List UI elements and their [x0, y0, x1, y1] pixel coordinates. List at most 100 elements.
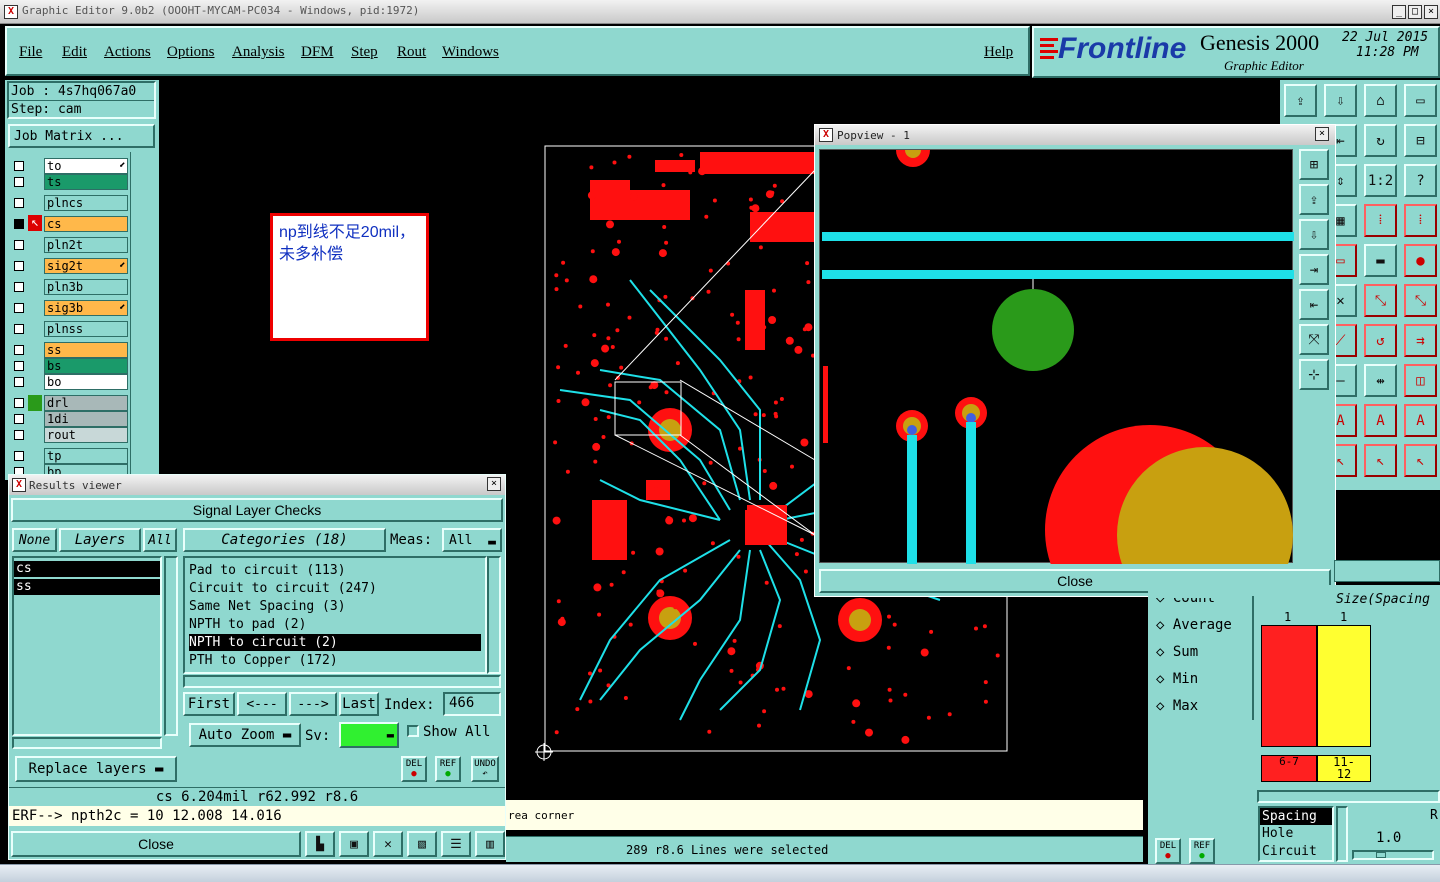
tool-button-r8c2-icon[interactable]: A	[1364, 404, 1397, 437]
results-x-button[interactable]: ×	[487, 477, 501, 491]
tool-button-r0c2-icon[interactable]: ⌂	[1364, 84, 1397, 117]
menu-actions[interactable]: Actions	[104, 44, 151, 61]
list-spacing[interactable]: Spacing	[1260, 808, 1332, 825]
popview-tool-1-icon[interactable]: ⇪	[1299, 184, 1329, 215]
results-tool-5-icon[interactable]: ▥	[475, 831, 505, 857]
layer-toggle-ts[interactable]	[10, 174, 42, 190]
layer-row-1di[interactable]: 1di	[10, 411, 128, 427]
sv-color-select[interactable]: ▬	[339, 722, 399, 748]
all-layers-button[interactable]: All	[143, 528, 177, 552]
popview-tool-4-icon[interactable]: ⇤	[1299, 289, 1329, 320]
minimize-button[interactable]: _	[1392, 5, 1406, 19]
prev-button[interactable]: <---	[237, 692, 287, 716]
layer-row-plncs[interactable]: plncs	[10, 195, 128, 211]
none-button[interactable]: None	[12, 528, 57, 552]
tool-button-r4c2-icon[interactable]: ▬	[1364, 244, 1397, 277]
tool-button-r2c2-icon[interactable]: 1:2	[1364, 164, 1397, 197]
tool-button-r7c3-icon[interactable]: ◫	[1404, 364, 1437, 397]
histogram-slider[interactable]	[1352, 850, 1434, 860]
tool-button-r0c1-icon[interactable]: ⇩	[1324, 84, 1357, 117]
job-matrix-button[interactable]: Job Matrix ...	[8, 124, 155, 148]
tool-button-r5c2-icon[interactable]: ⤡	[1364, 284, 1397, 317]
show-all-checkbox[interactable]	[407, 725, 419, 737]
categories-button[interactable]: Categories (18)	[183, 528, 386, 552]
index-input[interactable]: 466	[443, 692, 501, 716]
category-item[interactable]: NPTH to circuit (2)	[189, 634, 481, 651]
popview-tool-0-icon[interactable]: ⊞	[1299, 149, 1329, 180]
layers-button[interactable]: Layers	[59, 528, 141, 552]
layer-row-plnss[interactable]: plnss	[10, 321, 128, 337]
bar-1[interactable]	[1261, 625, 1317, 747]
layer-row-cs[interactable]: ↖ cs	[10, 215, 128, 232]
maximize-button[interactable]: □	[1408, 5, 1422, 19]
menu-help[interactable]: Help	[984, 44, 1013, 61]
tool-button-r1c3-icon[interactable]: ⊟	[1404, 124, 1437, 157]
layer-row-bo[interactable]: bo	[10, 374, 128, 390]
tool-button-r7c2-icon[interactable]: ⇹	[1364, 364, 1397, 397]
result-layer-ss[interactable]: ss	[14, 579, 160, 595]
layer-toggle-sig2t[interactable]	[10, 258, 42, 274]
layer-scrollbar[interactable]	[130, 152, 158, 474]
category-item[interactable]: Circuit to circuit (247)	[189, 580, 481, 597]
tool-button-r2c3-icon[interactable]: ?	[1404, 164, 1437, 197]
layer-toggle-bo[interactable]	[10, 374, 42, 390]
layer-row-sig3b[interactable]: sig3b ⬋	[10, 300, 128, 316]
tool-button-r0c3-icon[interactable]: ▭	[1404, 84, 1437, 117]
category-item[interactable]: Pad to circuit (113)	[189, 562, 481, 579]
results-tool-1-icon[interactable]: ▣	[339, 831, 369, 857]
layer-row-drl[interactable]: drl	[10, 395, 128, 411]
layer-row-bs[interactable]: bs	[10, 358, 128, 374]
layer-row-ss[interactable]: ss	[10, 342, 128, 358]
layer-toggle-plncs[interactable]	[10, 195, 42, 211]
hist-option-average[interactable]: ◇ Average	[1156, 617, 1232, 633]
layer-row-sig2t[interactable]: sig2t ⬋	[10, 258, 128, 274]
layer-toggle-bs[interactable]	[10, 358, 42, 374]
list-circuit[interactable]: Circuit	[1260, 843, 1332, 860]
category-item[interactable]: PTH to Copper (172)	[189, 652, 481, 669]
slider-thumb[interactable]	[1376, 852, 1386, 858]
layer-list-vscroll[interactable]	[164, 556, 178, 736]
menu-edit[interactable]: Edit	[62, 44, 87, 61]
hist-del-button[interactable]: DEL ●	[1155, 838, 1181, 864]
popview-tool-5-icon[interactable]: ⤧	[1299, 324, 1329, 355]
undo-button[interactable]: UNDO ↶	[471, 756, 499, 782]
results-tool-3-icon[interactable]: ▧	[407, 831, 437, 857]
layer-row-tp[interactable]: tp	[10, 448, 128, 464]
category-item[interactable]: Same Net Spacing (3)	[189, 598, 481, 615]
layer-toggle-tp[interactable]	[10, 448, 42, 464]
results-tool-2-icon[interactable]: ✕	[373, 831, 403, 857]
popview-tool-2-icon[interactable]: ⇩	[1299, 219, 1329, 250]
list-hole[interactable]: Hole	[1260, 825, 1332, 843]
menu-options[interactable]: Options	[167, 44, 215, 61]
popview-tool-6-icon[interactable]: ⊹	[1299, 359, 1329, 390]
next-button[interactable]: --->	[289, 692, 337, 716]
tool-button-r9c2-icon[interactable]: ↖	[1364, 444, 1397, 477]
layer-toggle-1di[interactable]	[10, 411, 42, 427]
hist-ref-button[interactable]: REF ●	[1189, 838, 1215, 864]
layer-toggle-pln2t[interactable]	[10, 237, 42, 253]
layer-row-ts[interactable]: ts	[10, 174, 128, 190]
tool-button-r5c3-icon[interactable]: ⤡	[1404, 284, 1437, 317]
layer-row-rout[interactable]: rout	[10, 427, 128, 443]
tool-button-r9c3-icon[interactable]: ↖	[1404, 444, 1437, 477]
layer-toggle-pln3b[interactable]	[10, 279, 42, 295]
category-item[interactable]: NPTH to pad (2)	[189, 616, 481, 633]
popview-x-button[interactable]: ×	[1315, 127, 1329, 141]
tool-button-r1c2-icon[interactable]: ↻	[1364, 124, 1397, 157]
layer-toggle-rout[interactable]	[10, 427, 42, 443]
tool-button-r6c2-icon[interactable]: ↺	[1364, 324, 1397, 357]
menu-rout[interactable]: Rout	[397, 44, 426, 61]
histogram-hscroll[interactable]	[1257, 790, 1440, 803]
menu-file[interactable]: File	[19, 44, 42, 61]
layer-toggle-plnss[interactable]	[10, 321, 42, 337]
menu-step[interactable]: Step	[351, 44, 378, 61]
layer-row-pln3b[interactable]: pln3b	[10, 279, 128, 295]
layer-toggle-to[interactable]	[10, 158, 42, 174]
layer-toggle-cs[interactable]: ↖	[10, 215, 42, 232]
tool-button-r6c3-icon[interactable]: ⇉	[1404, 324, 1437, 357]
results-close-button[interactable]: Close	[11, 831, 301, 857]
category-vscroll[interactable]	[487, 556, 501, 674]
category-hscroll[interactable]	[183, 675, 501, 688]
meas-select[interactable]: All ▬	[442, 528, 502, 552]
os-taskbar[interactable]	[0, 864, 1440, 882]
